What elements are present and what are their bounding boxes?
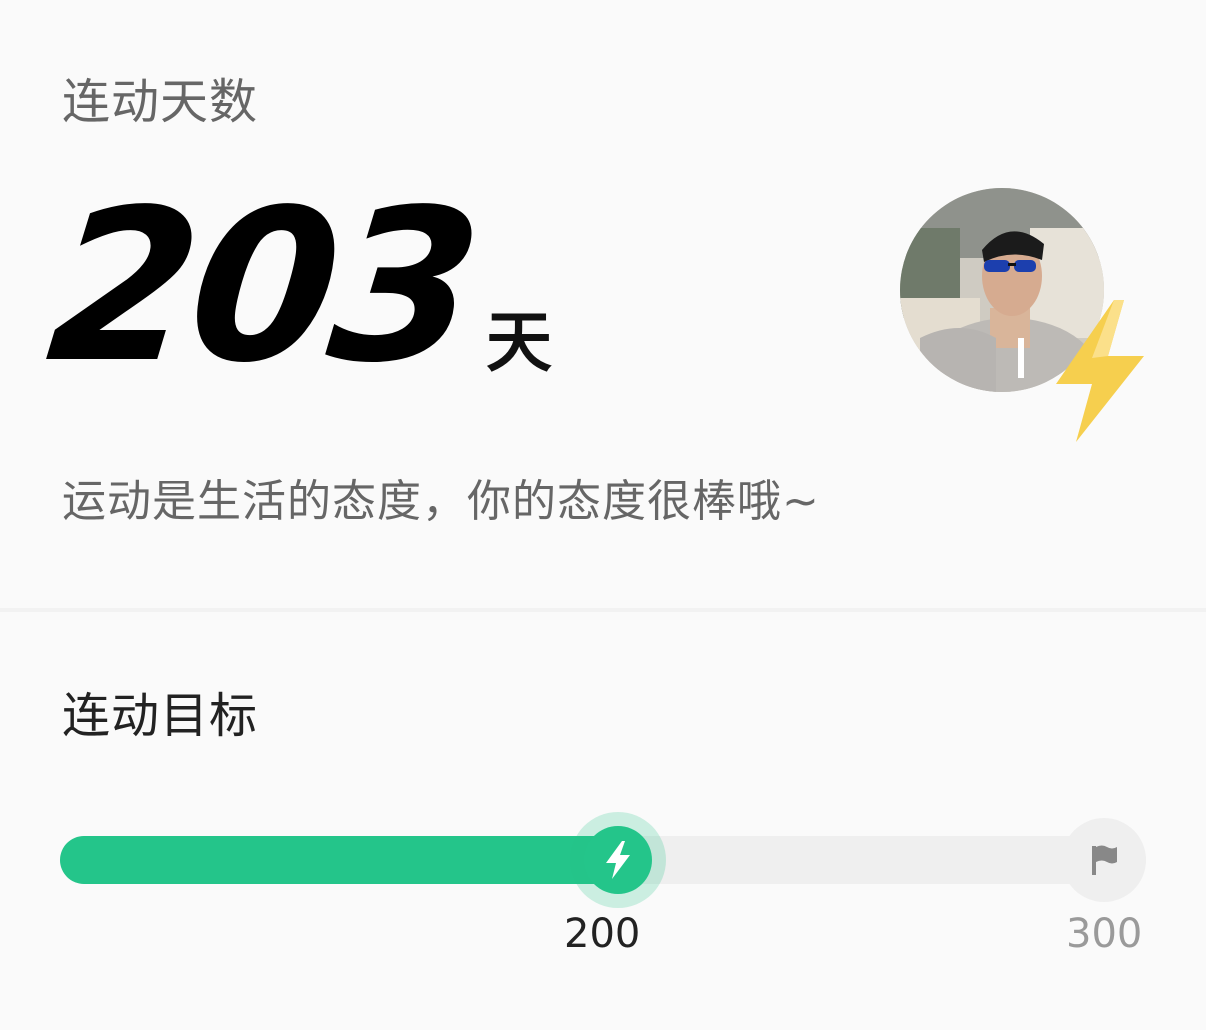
- flag-icon: [1092, 845, 1117, 875]
- streak-section: 连动天数 203 天 运动是生活的态度，你的态度很棒哦~: [0, 0, 1206, 608]
- target-marker: [1062, 818, 1146, 902]
- target-value-label: 300: [1066, 911, 1143, 957]
- goal-title: 连动目标: [62, 688, 259, 744]
- current-progress-marker: [570, 812, 666, 908]
- streak-days-unit: 天: [486, 304, 552, 381]
- current-marker-badge: [584, 826, 652, 894]
- streak-title: 连动天数: [62, 74, 259, 130]
- streak-days-number: 203: [39, 164, 486, 409]
- lightning-bolt-icon: [606, 841, 630, 879]
- current-value-label: 200: [564, 911, 641, 957]
- lightning-bolt-icon: [1056, 300, 1144, 442]
- goal-progress-fill: [60, 836, 627, 884]
- motto-text: 运动是生活的态度，你的态度很棒哦~: [62, 476, 820, 527]
